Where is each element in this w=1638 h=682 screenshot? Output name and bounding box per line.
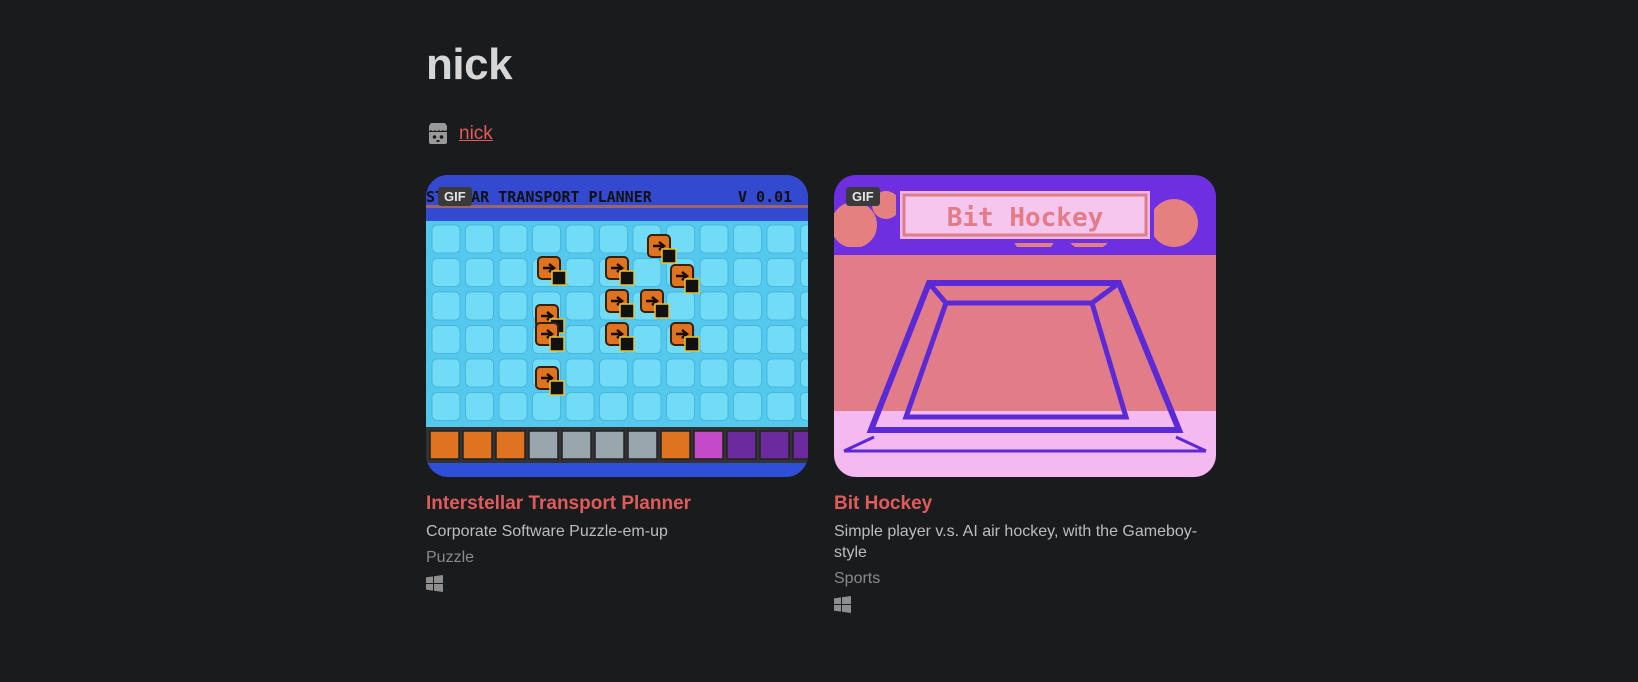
profile-link-row: nick [426,122,493,146]
game-title-link[interactable]: Interstellar Transport Planner [426,493,808,515]
game-description: Corporate Software Puzzle-em-up [426,523,668,540]
windows-icon [834,596,851,613]
profile-link[interactable]: nick [459,123,493,145]
page-title: nick [426,40,513,89]
game-genre: Sports [834,570,881,587]
game-description: Simple player v.s. AI air hockey, with t… [834,523,1198,561]
gif-badge: GIF [438,187,472,206]
game-title-link[interactable]: Bit Hockey [834,493,1216,515]
platform-list [426,575,808,593]
game-genre: Puzzle [426,549,475,566]
windows-icon [426,575,443,592]
itch-io-icon [429,123,447,144]
game-thumbnail[interactable]: Bit Hockey GIF [834,175,1216,477]
platform-list [834,596,1216,614]
game-version-text: V 0.01 [738,188,792,206]
gif-badge: GIF [846,187,880,206]
game-thumbnail[interactable]: STELLAR TRANSPORT PLANNER V 0.01 GIF [426,175,808,477]
game-cell: Bit Hockey GIF Bit Hockey Simple player … [834,175,1216,614]
game-screenshot-image: STELLAR TRANSPORT PLANNER V 0.01 [426,175,808,477]
game-screenshot-image: Bit Hockey [834,175,1216,477]
game-cell: STELLAR TRANSPORT PLANNER V 0.01 GIF Int… [426,175,808,593]
game-banner-text: Bit Hockey [947,203,1104,233]
